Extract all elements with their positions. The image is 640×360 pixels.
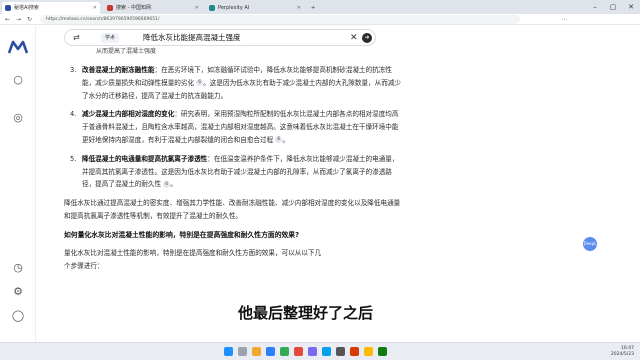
url-field[interactable]: https://metaso.cn/search/863979659059666… — [40, 15, 520, 24]
app-icon[interactable] — [308, 347, 317, 356]
system-clock[interactable]: 16:47 2024/5/23 — [592, 346, 634, 358]
app-icon[interactable] — [336, 347, 345, 356]
start-icon[interactable] — [224, 347, 233, 356]
item-title: 减少混凝土内部相对湿度的变化 — [82, 110, 175, 119]
item-title: 改善混凝土的耐冻融性能 — [82, 66, 155, 74]
list-number: 4. — [70, 110, 77, 119]
submit-arrow-icon[interactable]: ➜ — [362, 33, 372, 43]
app-icon[interactable] — [322, 347, 331, 356]
user-icon[interactable]: ◯ — [10, 308, 26, 324]
app-icon[interactable] — [378, 347, 387, 356]
minimize-icon[interactable]: – — [586, 0, 604, 14]
item-title: 降低混凝土的电通量和提高抗氯离子渗透性 — [82, 154, 208, 163]
deepl-badge[interactable]: DeepL — [583, 237, 597, 251]
perplexity-favicon-icon — [209, 5, 215, 11]
list-item: 4. 减少混凝土内部相对湿度的变化：研究表明，采用预湿陶粒所配制的低水灰比混凝土… — [64, 108, 404, 146]
taskbar-search-icon[interactable] — [238, 347, 247, 356]
follow-up-question[interactable]: 如何量化水灰比对混凝土性能的影响，特别是在提高强度和耐久性方面的效果? — [64, 229, 404, 241]
metaso-favicon-icon — [5, 5, 11, 11]
answer-line-2: 个步骤进行： — [64, 261, 104, 270]
maximize-icon[interactable]: ▢ — [604, 0, 622, 14]
list-number: 3. — [70, 66, 77, 74]
close-tab-icon[interactable]: ✕ — [195, 2, 199, 14]
settings-icon[interactable]: ⚙ — [10, 284, 26, 300]
clock-date: 2024/5/23 — [610, 352, 634, 357]
extensions-icon[interactable]: ⋯ — [560, 14, 569, 25]
list-item: 3. 改善混凝土的耐冻融性能：在恶劣环境下，如冻融循环试验中，降低水灰比能够提高… — [64, 64, 404, 102]
compass-icon[interactable]: ◎ — [10, 110, 26, 126]
item-tail: 。 — [170, 180, 177, 189]
address-bar-row: ← → ↻ https://metaso.cn/search/863979659… — [0, 14, 640, 25]
chrome-icon[interactable] — [280, 347, 289, 356]
sliders-icon[interactable]: ⇄ — [73, 33, 80, 42]
reload-icon[interactable]: ↻ — [25, 14, 34, 25]
tab-label: 秘塔AI搜索 — [14, 5, 39, 11]
answer-line-1: 量化水灰比对混凝土性能的影响，特别是在提高强度和耐久性方面的效果，可以从以下几 — [64, 248, 322, 257]
cnki-favicon-icon — [107, 5, 113, 11]
search-query[interactable]: 降低水灰比能提高混凝土强度 — [143, 30, 241, 46]
app-icon[interactable] — [364, 347, 373, 356]
forward-icon[interactable]: → — [14, 14, 23, 25]
search-bar[interactable]: ⇄ 学术 降低水灰比能提高混凝土强度 ✕ ➜ — [64, 29, 376, 46]
video-subtitle: 他最后整理好了之后 — [238, 304, 374, 322]
sidebar: ○ ◎ ◷ ⚙ ◯ — [0, 26, 36, 342]
close-tab-icon[interactable]: ✕ — [297, 2, 301, 14]
edge-icon[interactable] — [266, 347, 275, 356]
tab-label: 搜索 - 中国知网 — [116, 5, 151, 11]
back-icon[interactable]: ← — [3, 14, 12, 25]
browser-tab-bar: 秘塔AI搜索 ✕ 搜索 - 中国知网 ✕ Perplexity AI ✕ + –… — [0, 0, 640, 14]
tab-perplexity[interactable]: Perplexity AI ✕ — [206, 2, 304, 14]
summary-paragraph: 降低水灰比通过提高混凝土的密实度、增强其力学性能、改善耐冻融性能、减少内部相对湿… — [64, 199, 401, 220]
app-icon[interactable] — [350, 347, 359, 356]
academic-chip[interactable]: 学术 — [101, 33, 120, 43]
clear-search-icon[interactable]: ✕ — [350, 30, 358, 46]
app-icon[interactable] — [294, 347, 303, 356]
tab-metaso[interactable]: 秘塔AI搜索 ✕ — [2, 2, 100, 14]
answer-content: 3. 改善混凝土的耐冻融性能：在恶劣环境下，如冻融循环试验中，降低水灰比能够提高… — [64, 64, 404, 278]
new-tab-button[interactable]: + — [308, 2, 320, 14]
close-tab-icon[interactable]: ✕ — [93, 2, 97, 14]
file-explorer-icon[interactable] — [252, 347, 261, 356]
search-icon[interactable]: ○ — [10, 72, 26, 88]
list-item: 5. 降低混凝土的电通量和提高抗氯离子渗透性：在低温变温养护条件下，降低水灰比能… — [64, 153, 404, 191]
tab-label: Perplexity AI — [218, 5, 250, 11]
history-icon[interactable]: ◷ — [10, 260, 26, 276]
taskbar: 16:47 2024/5/23 — [0, 342, 640, 360]
tab-cnki[interactable]: 搜索 - 中国知网 ✕ — [104, 2, 202, 14]
metaso-logo-icon[interactable] — [8, 40, 28, 54]
partial-text-line: 从而提高了混凝土强度 — [96, 48, 157, 55]
item-tail: 。 — [282, 135, 289, 144]
list-number: 5. — [70, 154, 77, 163]
close-window-icon[interactable]: ✕ — [622, 0, 640, 14]
answer-paragraph: 量化水灰比对混凝土性能的影响，特别是在提高强度和耐久性方面的效果，可以从以下几个… — [64, 247, 404, 273]
